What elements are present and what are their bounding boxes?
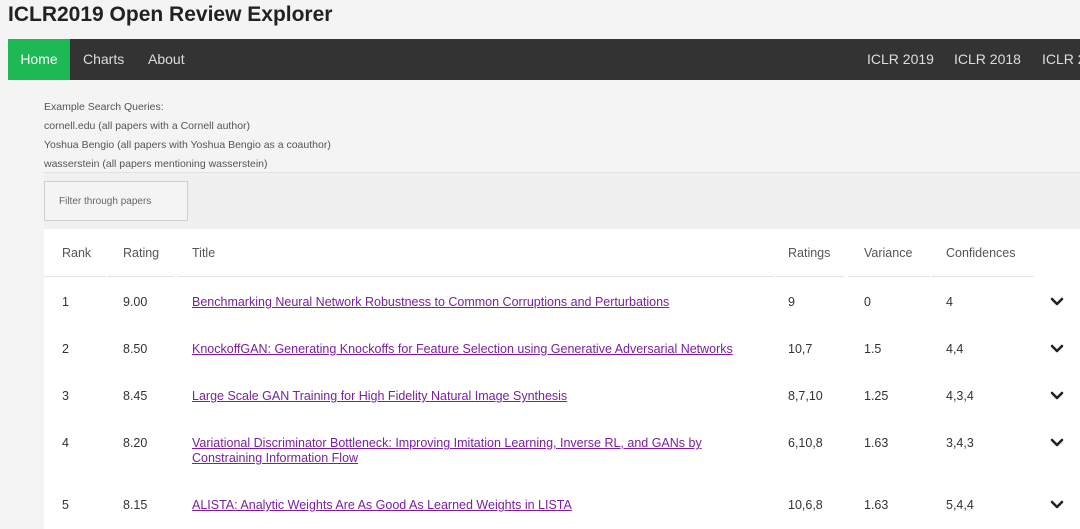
nav-iclr-2019[interactable]: ICLR 2019 [867, 39, 934, 80]
paper-title-link[interactable]: KnockoffGAN: Generating Knockoffs for Fe… [192, 342, 733, 356]
search-hints: Example Search Queries: cornell.edu (all… [44, 98, 331, 174]
site-title: ICLR2019 Open Review Explorer [8, 3, 333, 26]
search-hint: Yoshua Bengio (all papers with Yoshua Be… [44, 139, 331, 151]
cell-confidences: 4 [946, 295, 953, 309]
top-navbar: Home Charts About ICLR 2019 ICLR 2018 IC… [8, 39, 1080, 80]
header-divider [932, 276, 1034, 277]
cell-ratings: 8,7,10 [788, 389, 823, 403]
cell-rank: 4 [62, 436, 69, 450]
column-header-rating[interactable]: Rating [123, 246, 159, 260]
header-divider [178, 276, 774, 277]
cell-ratings: 9 [788, 295, 795, 309]
cell-rating: 8.45 [123, 389, 148, 403]
cell-variance: 1.63 [864, 498, 889, 512]
column-header-title[interactable]: Title [192, 246, 215, 260]
nav-iclr-older[interactable]: ICLR 2 [1042, 39, 1080, 80]
papers-table [44, 229, 1080, 529]
cell-rank: 2 [62, 342, 69, 356]
cell-rank: 5 [62, 498, 69, 512]
paper-title-link[interactable]: Variational Discriminator Bottleneck: Im… [192, 436, 702, 465]
cell-variance: 1.63 [864, 436, 889, 450]
chevron-down-icon[interactable] [1050, 342, 1064, 356]
column-header-rank[interactable]: Rank [62, 246, 91, 260]
search-hints-heading: Example Search Queries: [44, 101, 164, 113]
cell-confidences: 5,4,4 [946, 498, 974, 512]
chevron-down-icon[interactable] [1050, 295, 1064, 309]
header-divider [776, 276, 844, 277]
cell-confidences: 4,3,4 [946, 389, 974, 403]
paper-title-link[interactable]: ALISTA: Analytic Weights Are As Good As … [192, 498, 572, 512]
chevron-down-icon[interactable] [1050, 436, 1064, 450]
cell-confidences: 4,4 [946, 342, 964, 356]
paper-title-link[interactable]: Benchmarking Neural Network Robustness t… [192, 295, 669, 309]
header-divider [44, 276, 106, 277]
search-hint: cornell.edu (all papers with a Cornell a… [44, 120, 251, 132]
column-header-confidences[interactable]: Confidences [946, 246, 1016, 260]
cell-rating: 8.20 [123, 436, 148, 450]
cell-rank: 1 [62, 295, 69, 309]
cell-variance: 0 [864, 295, 871, 309]
column-header-variance[interactable]: Variance [864, 246, 912, 260]
nav-about[interactable]: About [148, 39, 185, 80]
column-header-ratings[interactable]: Ratings [788, 246, 830, 260]
header-divider [108, 276, 174, 277]
cell-ratings: 10,6,8 [788, 498, 823, 512]
chevron-down-icon[interactable] [1050, 389, 1064, 403]
cell-rating: 8.50 [123, 342, 148, 356]
cell-rating: 9.00 [123, 295, 148, 309]
cell-ratings: 6,10,8 [788, 436, 823, 450]
filter-input[interactable] [44, 181, 188, 221]
nav-iclr-2018[interactable]: ICLR 2018 [954, 39, 1021, 80]
cell-variance: 1.5 [864, 342, 882, 356]
nav-charts[interactable]: Charts [83, 39, 124, 80]
cell-confidences: 3,4,3 [946, 436, 974, 450]
cell-variance: 1.25 [864, 389, 889, 403]
nav-home[interactable]: Home [8, 39, 70, 80]
cell-rank: 3 [62, 389, 69, 403]
chevron-down-icon[interactable] [1050, 498, 1064, 512]
paper-title-link[interactable]: Large Scale GAN Training for High Fideli… [192, 389, 567, 403]
cell-ratings: 10,7 [788, 342, 813, 356]
header-divider [848, 276, 930, 277]
filter-bar [44, 172, 1080, 230]
cell-rating: 8.15 [123, 498, 148, 512]
